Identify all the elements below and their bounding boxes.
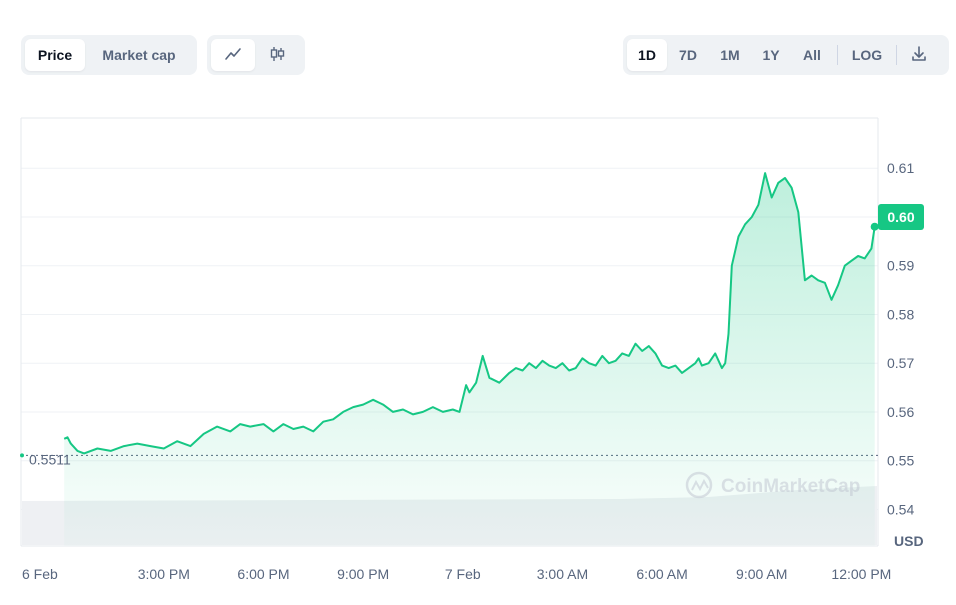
x-tick-label: 6:00 PM xyxy=(237,566,289,582)
y-tick-label: 0.55 xyxy=(887,453,914,469)
currency-label: USD xyxy=(894,533,924,549)
x-tick-label: 3:00 PM xyxy=(138,566,190,582)
watermark-text: CoinMarketCap xyxy=(721,476,860,497)
x-tick-label: 12:00 PM xyxy=(831,566,891,582)
x-tick-label: 6 Feb xyxy=(22,566,58,582)
x-tick-label: 9:00 PM xyxy=(337,566,389,582)
y-tick-label: 0.61 xyxy=(887,160,914,176)
start-price-dot xyxy=(20,453,24,458)
y-tick-label: 0.56 xyxy=(887,404,914,420)
current-price-badge: 0.60 xyxy=(878,203,924,230)
y-tick-label: 0.57 xyxy=(887,355,914,371)
y-tick-label: 0.54 xyxy=(887,501,914,517)
x-tick-label: 3:00 AM xyxy=(537,566,588,582)
x-tick-label: 9:00 AM xyxy=(736,566,787,582)
price-chart[interactable]: 0.5511 0.60 0.61 0.59 0.58 0.57 0.56 0.55 0.54… xyxy=(0,0,956,605)
x-tick-label: 6:00 AM xyxy=(636,566,687,582)
y-tick-label: 0.59 xyxy=(887,258,914,274)
x-axis-ticks: 6 Feb 3:00 PM 6:00 PM 9:00 PM 7 Feb 3:00 AM 6:… xyxy=(22,566,891,582)
current-price-label: 0.60 xyxy=(887,209,914,225)
current-price-dot xyxy=(870,222,879,231)
open-price-label: 0.5511 xyxy=(29,451,71,467)
x-tick-label: 7 Feb xyxy=(445,566,481,582)
y-tick-label: 0.58 xyxy=(887,306,914,322)
